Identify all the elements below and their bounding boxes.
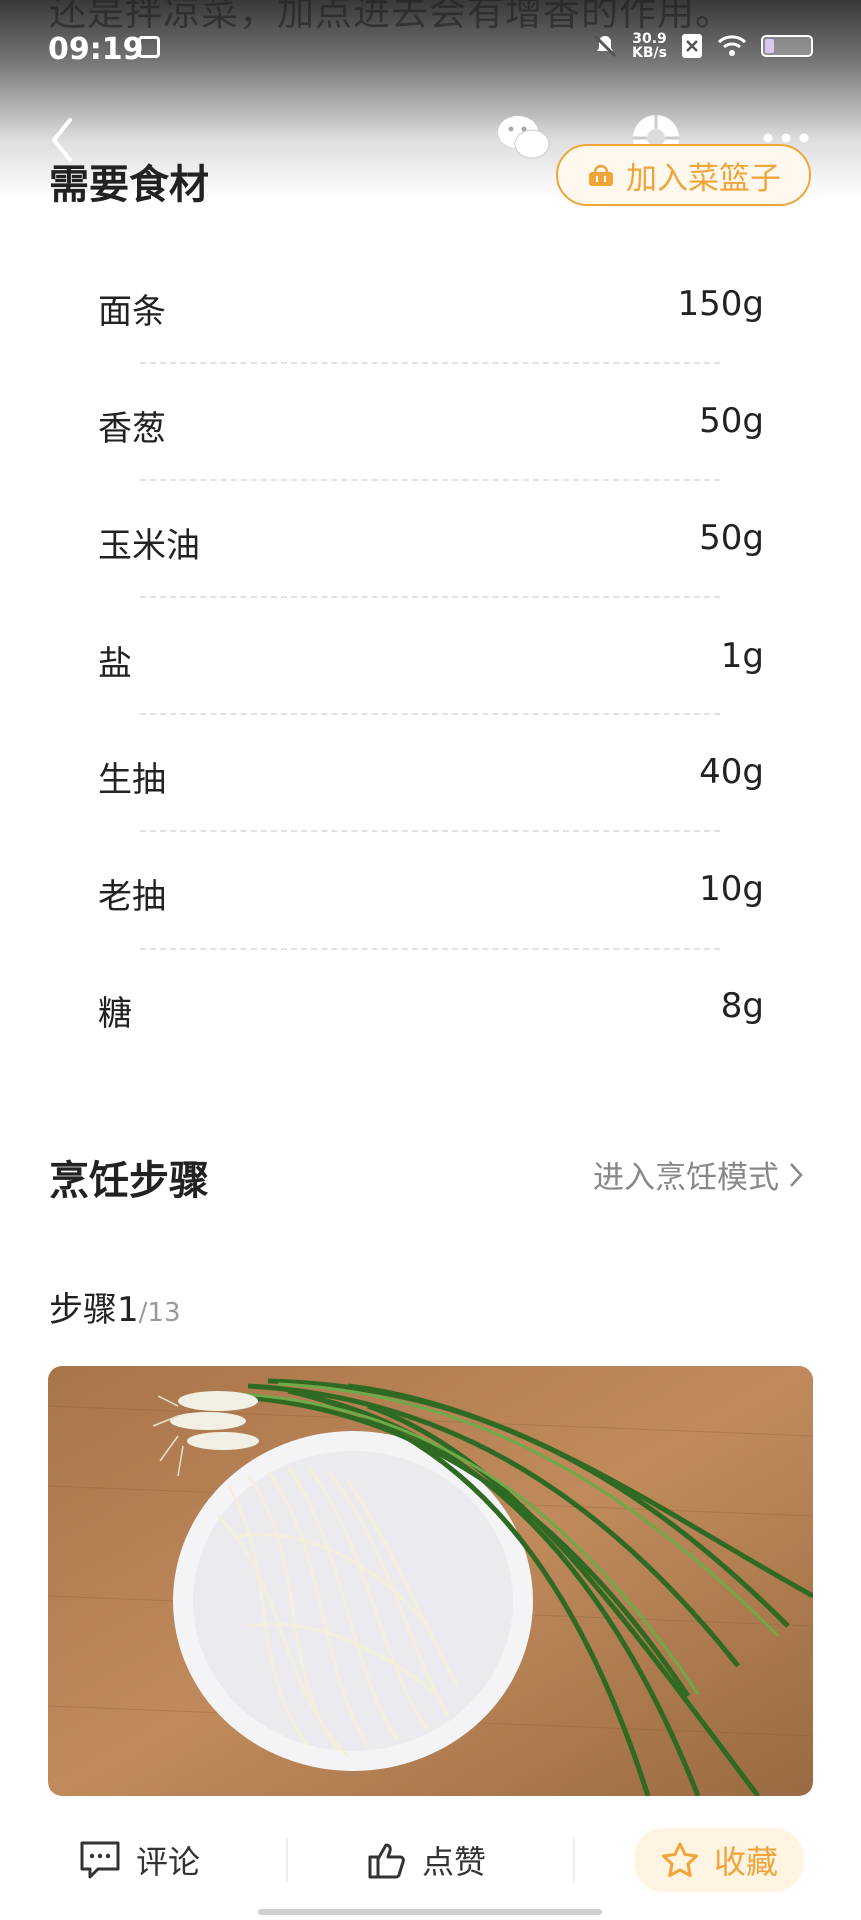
bottom-action-bar: 评论 点赞 收藏 <box>0 1820 861 1900</box>
basket-label: 加入菜篮子 <box>626 160 781 197</box>
ingredient-amount: 50g <box>699 518 764 558</box>
divider <box>140 830 720 832</box>
divider <box>140 948 720 950</box>
wifi-icon <box>717 35 747 56</box>
divider <box>140 596 720 598</box>
thumbs-up-icon <box>368 1843 405 1879</box>
ingredient-amount: 10g <box>699 869 764 909</box>
notification-icon <box>138 36 160 58</box>
favorite-button[interactable]: 收藏 <box>634 1828 805 1892</box>
status-time: 09:19 <box>48 32 144 67</box>
ingredient-row: 糖 8g <box>98 986 764 1046</box>
ingredient-row: 面条 150g <box>98 284 764 344</box>
battery-icon <box>761 35 813 57</box>
ingredient-name: 香葱 <box>98 409 166 449</box>
home-indicator <box>258 1909 602 1915</box>
noodles-scallion-photo <box>48 1366 813 1796</box>
chevron-right-icon <box>790 1162 803 1187</box>
ingredients-title: 需要食材 <box>49 162 209 208</box>
favorite-label: 收藏 <box>714 1843 779 1881</box>
like-button[interactable]: 点赞 <box>366 1820 486 1900</box>
step-total: /13 <box>138 1298 181 1328</box>
ingredient-row: 老抽 10g <box>98 869 764 929</box>
ingredient-name: 盐 <box>98 644 132 684</box>
comment-label: 评论 <box>136 1843 201 1881</box>
star-icon <box>662 1842 698 1877</box>
comment-icon <box>80 1841 120 1879</box>
sim-icon <box>682 34 702 58</box>
net-speed: 30.9 KB/s <box>632 32 667 60</box>
ingredient-row: 香葱 50g <box>98 401 764 461</box>
add-to-basket-button[interactable]: 加入菜篮子 <box>556 144 811 206</box>
step-number: 步骤1 <box>49 1290 139 1330</box>
steps-title: 烹饪步骤 <box>49 1158 209 1204</box>
ingredient-amount: 8g <box>720 986 764 1026</box>
ingredient-name: 糖 <box>98 994 132 1034</box>
ingredient-name: 生抽 <box>98 760 166 800</box>
ingredient-name: 面条 <box>98 292 166 332</box>
basket-icon <box>589 164 613 186</box>
divider <box>140 479 720 481</box>
ingredient-amount: 50g <box>699 401 764 441</box>
comment-button[interactable]: 评论 <box>78 1820 200 1900</box>
status-icons: 30.9 KB/s <box>592 32 813 60</box>
cook-mode-label: 进入烹饪模式 <box>593 1160 779 1196</box>
step-counter: 步骤1/13 <box>49 1282 180 1331</box>
like-label: 点赞 <box>422 1843 487 1881</box>
ingredient-amount: 150g <box>677 284 764 324</box>
wechat-icon[interactable] <box>496 112 552 164</box>
ingredient-row: 生抽 40g <box>98 752 764 812</box>
net-speed-unit: KB/s <box>632 45 667 61</box>
ingredient-row: 盐 1g <box>98 636 764 696</box>
ingredient-name: 老抽 <box>98 877 166 917</box>
status-bar: 09:19 30.9 KB/s <box>0 28 861 72</box>
divider <box>140 713 720 715</box>
ingredient-row: 玉米油 50g <box>98 518 764 578</box>
divider <box>140 362 720 364</box>
battery-fill <box>765 39 774 53</box>
ingredient-amount: 40g <box>699 752 764 792</box>
divider <box>573 1838 575 1882</box>
ingredient-amount: 1g <box>720 636 764 676</box>
net-speed-value: 30.9 <box>632 31 667 47</box>
divider <box>286 1838 288 1882</box>
ingredient-name: 玉米油 <box>98 526 200 566</box>
step-photo[interactable] <box>48 1366 813 1796</box>
mute-bell-icon <box>593 34 617 58</box>
cook-mode-link[interactable]: 进入烹饪模式 <box>593 1152 805 1197</box>
